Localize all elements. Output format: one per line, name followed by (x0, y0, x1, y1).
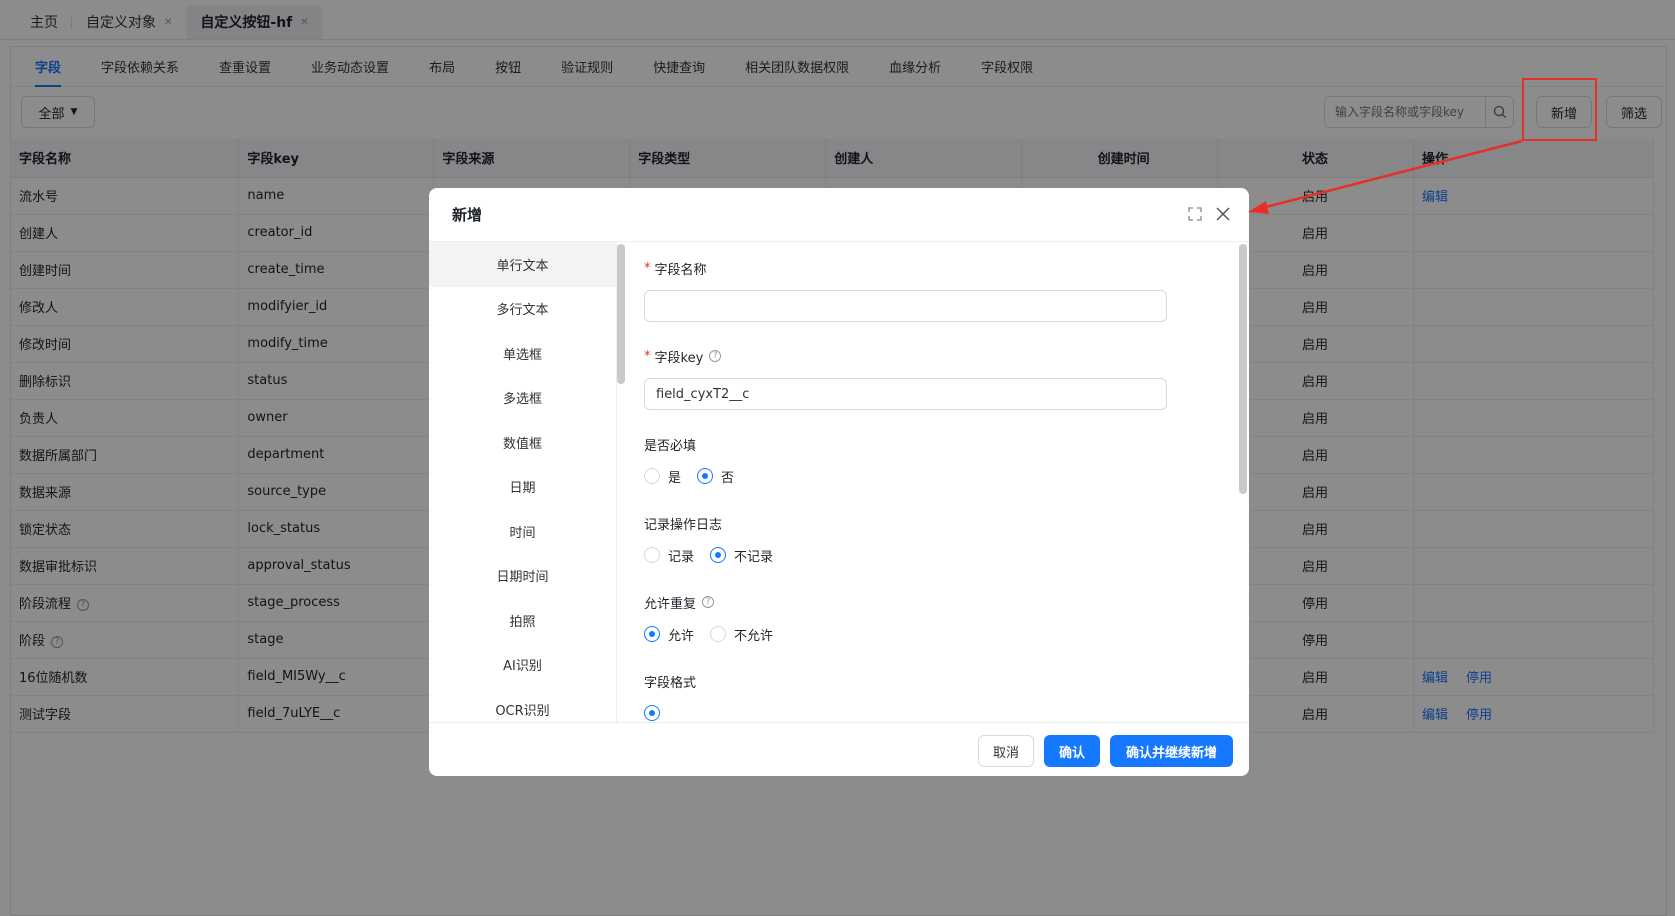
radio-allow-duplicate[interactable]: 允许 (644, 625, 694, 644)
duplicate-label: 允许重复? (644, 592, 1224, 612)
field-form: * 字段名称 * 字段key? field_cyxT2__c 是否必填 是 否 记录… (629, 242, 1224, 722)
radio-required-no[interactable]: 否 (697, 467, 734, 486)
field-type-radio[interactable]: 单选框 (429, 331, 616, 376)
close-icon[interactable] (1215, 206, 1231, 226)
form-scrollbar[interactable] (1239, 244, 1247, 494)
field-type-datetime[interactable]: 日期时间 (429, 554, 616, 599)
annotation-highlight-box (1522, 78, 1597, 141)
field-type-single-line-text[interactable]: 单行文本 (429, 242, 616, 287)
modal-header: 新增 (429, 188, 1249, 242)
help-icon[interactable]: ? (709, 350, 722, 362)
format-radio-group (644, 703, 1224, 722)
required-radio-group: 是 否 (644, 466, 1224, 486)
field-name-label: * 字段名称 (644, 260, 707, 278)
radio-log-record[interactable]: 记录 (644, 546, 694, 565)
radio-format-option[interactable] (644, 705, 660, 721)
add-field-modal: 新增 单行文本 多行文本 单选框 多选框 数值框 日期 时间 日期时间 拍照 A… (429, 188, 1249, 776)
field-type-number[interactable]: 数值框 (429, 420, 616, 465)
field-format-label: 字段格式 (644, 675, 697, 691)
help-icon[interactable]: ? (702, 596, 715, 608)
fullscreen-icon[interactable] (1187, 206, 1203, 226)
field-key-label: * 字段key? (644, 346, 1224, 366)
radio-required-yes[interactable]: 是 (644, 467, 681, 486)
field-type-multi-line-text[interactable]: 多行文本 (429, 287, 616, 332)
field-key-input[interactable]: field_cyxT2__c (644, 378, 1167, 410)
modal-footer: 取消 确认 确认并继续新增 (429, 722, 1249, 776)
confirm-button[interactable]: 确认 (1044, 735, 1100, 767)
required-label: 是否必填 (644, 438, 697, 454)
confirm-continue-button[interactable]: 确认并继续新增 (1110, 735, 1233, 767)
modal-title: 新增 (452, 206, 483, 224)
field-type-photo[interactable]: 拍照 (429, 598, 616, 643)
field-type-list: 单行文本 多行文本 单选框 多选框 数值框 日期 时间 日期时间 拍照 AI识别… (429, 242, 617, 722)
field-name-input[interactable] (644, 290, 1167, 322)
field-type-ai-recognition[interactable]: AI识别 (429, 643, 616, 688)
duplicate-radio-group: 允许 不允许 (644, 624, 1224, 644)
field-type-date[interactable]: 日期 (429, 465, 616, 510)
type-list-scrollbar[interactable] (617, 244, 625, 384)
cancel-button[interactable]: 取消 (978, 735, 1034, 767)
field-type-checkbox[interactable]: 多选框 (429, 376, 616, 421)
log-radio-group: 记录 不记录 (644, 545, 1224, 565)
field-type-time[interactable]: 时间 (429, 509, 616, 554)
radio-disallow-duplicate[interactable]: 不允许 (710, 625, 773, 644)
radio-log-no-record[interactable]: 不记录 (710, 546, 773, 565)
log-label: 记录操作日志 (644, 517, 723, 533)
